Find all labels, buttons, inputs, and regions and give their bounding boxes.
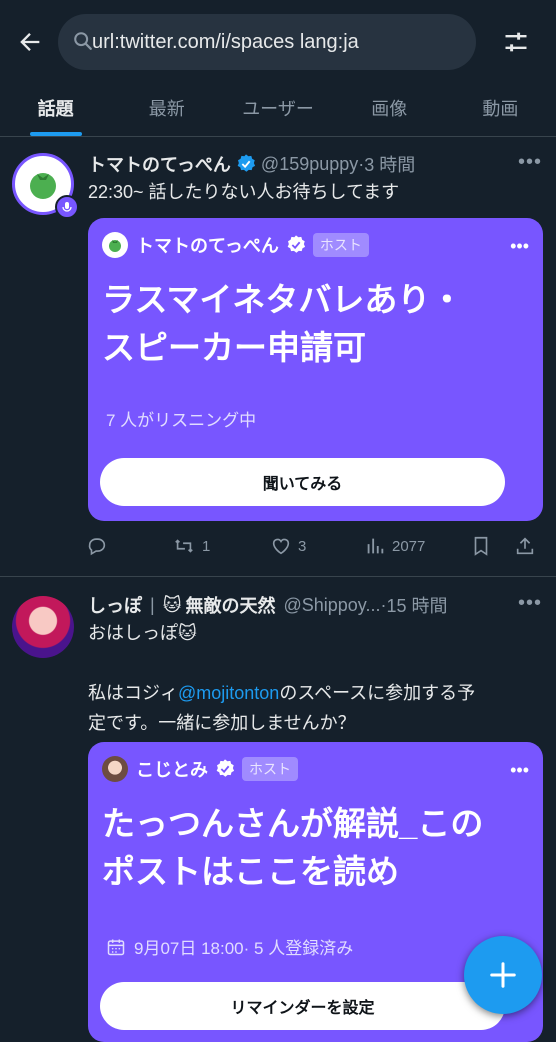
view-count: 2077 [392,537,426,555]
host-name: トマトのてっぺん [136,236,279,256]
mention-link[interactable]: @mojitonton [178,683,279,703]
tweet-header: しっぽ | 🐱 無敵の天然 @Shippoy... · 15 時間 [88,592,447,618]
tab-latest[interactable]: 最新 [111,80,222,136]
retweet-button[interactable]: 1 [172,535,270,557]
back-button[interactable] [14,26,46,58]
like-button[interactable]: 3 [270,535,364,557]
tweet-actions: 1 3 2077 [86,531,544,561]
like-count: 3 [298,537,307,555]
space-host-row: トマトのてっぺん ホスト [102,232,369,258]
search-filter-button[interactable] [498,24,534,60]
host-badge: ホスト [242,757,298,781]
host-avatar [102,232,128,258]
bookmark-icon [474,536,488,556]
search-icon [74,32,92,50]
more-icon[interactable]: ••• [510,760,529,781]
calendar-icon [107,939,125,955]
schedule-row: 9月07日 18:00· 5 人登録済み [106,934,353,959]
handle[interactable]: @159puppy [261,154,358,175]
cat-emoji-icon: 🐱 [178,623,197,643]
tweet-text: 22:30~ 話したりない人お待ちしてます [88,182,400,202]
views-icon [367,538,384,554]
filter-icon [505,32,527,52]
reply-button[interactable] [86,535,172,557]
verified-icon [216,759,235,777]
retweet-count: 1 [202,537,211,555]
tab-top[interactable]: 話題 [0,80,111,136]
timestamp[interactable]: 3 時間 [364,151,415,177]
listen-button[interactable]: 聞いてみる [100,458,505,506]
listener-count: 7 人がリスニング中 [106,411,257,430]
space-card[interactable]: トマトのてっぺん ホスト ••• ラスマイネタバレあり・ スピーカー申請可 7 … [88,218,543,521]
tweet[interactable]: トマトのてっぺん @159puppy · 3 時間 ••• 22:30~ 話した… [0,137,556,577]
avatar[interactable] [12,596,74,658]
host-avatar [102,756,128,782]
share-icon [516,537,534,555]
share-button[interactable] [514,535,536,557]
name-divider: | [150,594,155,615]
spaces-mic-icon [62,202,72,212]
display-name[interactable]: トマトのてっぺん [88,151,231,177]
tweet-header: トマトのてっぺん @159puppy · 3 時間 [88,151,415,177]
tab-videos[interactable]: 動画 [445,80,556,136]
verified-icon [287,235,305,253]
search-input[interactable]: url:twitter.com/i/spaces lang:ja [58,14,476,70]
display-name-suffix: 無敵の天然 [185,596,276,616]
space-title: たっつんさんが解説_この ポストはここを読め [102,805,484,890]
space-host-row: こじとみ ホスト [102,756,298,782]
compose-plus-icon [490,962,516,988]
cat-emoji-icon: 🐱 [162,594,182,615]
timestamp[interactable]: 15 時間 [386,592,447,618]
display-name[interactable]: しっぽ [88,592,142,618]
schedule-text: 9月07日 18:00· 5 人登録済み [134,939,354,958]
verified-icon [237,154,255,172]
more-icon[interactable]: ••• [518,592,542,615]
tomato-icon [109,240,121,252]
tweet-text: おはしっぽ🐱 私はコジィ@mojitontonのスペースに参加する予 定です。一… [88,623,476,733]
views-button[interactable]: 2077 [364,535,470,557]
host-name: こじとみ [136,760,208,780]
search-query: url:twitter.com/i/spaces lang:ja [92,30,359,53]
retweet-icon [175,539,193,553]
more-icon[interactable]: ••• [518,151,542,174]
host-badge: ホスト [312,233,369,257]
compose-button[interactable] [464,936,542,1014]
reply-icon [88,538,106,556]
tab-people[interactable]: ユーザー [222,80,333,136]
tab-photos[interactable]: 画像 [334,80,445,136]
space-title: ラスマイネタバレあり・ スピーカー申請可 [102,281,464,366]
like-icon [272,538,290,555]
search-tabs: 話題 最新 ユーザー 画像 動画 [0,80,556,137]
more-icon[interactable]: ••• [510,236,529,257]
set-reminder-button[interactable]: リマインダーを設定 [100,982,505,1030]
bookmark-button[interactable] [470,535,514,557]
back-arrow-icon [20,33,40,51]
handle[interactable]: @Shippoy... [283,595,380,616]
spaces-badge [55,195,79,219]
